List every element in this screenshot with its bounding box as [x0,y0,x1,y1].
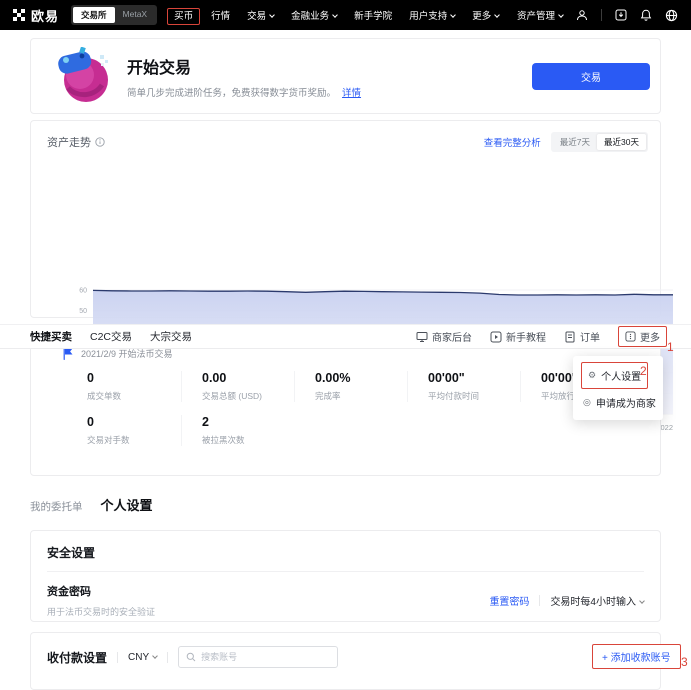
details-link[interactable]: 详情 [342,88,361,99]
account-search-box [178,646,338,668]
language-globe-icon[interactable] [665,9,678,22]
tab-block-trade[interactable]: 大宗交易 [150,329,192,344]
reset-password-link[interactable]: 重置密码 [489,593,529,608]
nav-item-buy-crypto[interactable]: 买币 [167,8,200,25]
settings-section-tabs: 我的委托单 个人设置 [30,495,153,514]
annotation-number-2: 2 [640,364,647,378]
currency-select[interactable]: CNY [128,652,157,663]
chevron-down-icon [639,598,645,604]
range-30d-button[interactable]: 最近30天 [597,134,646,150]
logo-text: 欧易 [31,6,59,25]
tab-personal-settings[interactable]: 个人设置 [101,495,153,514]
divider [167,652,168,663]
trade-tabbar: 快捷买卖 C2C交易 大宗交易 商家后台 新手教程 订单 更多 [0,324,691,349]
payment-settings-title: 收付款设置 [47,649,107,666]
stat-completed-orders: 0成交单数 [87,371,181,402]
menu-item-apply-merchant[interactable]: ◎ 申请成为商家 [581,392,655,413]
download-app-icon[interactable] [615,9,627,21]
hero-subtitle: 简单几步完成进阶任务，免费获得数字货币奖励。详情 [127,85,361,99]
chevron-down-icon [558,12,564,18]
chevron-down-icon [269,12,275,18]
page-title: 开始交易 [127,54,361,78]
nav-item-academy[interactable]: 新手学院 [354,8,392,22]
nav-item-more[interactable]: 更多 [472,8,499,22]
password-frequency-dropdown[interactable]: 交易时每4小时输入 [550,593,644,608]
asset-trend-title: 资产走势 [47,134,105,150]
fund-password-label: 资金密码 [47,583,155,599]
top-navbar: 欧易 交易所 MetaX 买币 行情 交易 金融业务 新手学院 用户支持 更多 … [0,0,691,30]
annotation-number-3: 3 [681,655,688,669]
chevron-down-icon [494,12,500,18]
toggle-metax[interactable]: MetaX [115,7,156,23]
security-settings-card: 安全设置 资金密码 用于法币交易时的安全验证 重置密码 交易时每4小时输入 [30,530,661,622]
stat-blacklisted-times: 2被拉黑次数 [181,415,294,446]
assets-menu[interactable]: 资产管理 [517,8,563,22]
trade-button[interactable]: 交易 [532,63,650,90]
stat-avg-payment-time: 00'00"平均付款时间 [407,371,520,402]
range-7d-button[interactable]: 最近7天 [553,134,597,150]
okx-logo[interactable]: 欧易 [13,6,59,25]
merchant-badge-icon: ◎ [583,398,591,408]
chevron-down-icon [152,653,158,659]
gear-icon: ⚙ [588,371,596,381]
more-menu-icon [625,331,636,342]
tab-express-buy-sell[interactable]: 快捷买卖 [30,329,72,344]
add-payment-account-button[interactable]: + 添加收款账号 [592,644,681,669]
annotation-number-1: 1 [667,340,674,354]
divider [539,595,540,606]
nav-item-finance[interactable]: 金融业务 [291,8,337,22]
full-analysis-link[interactable]: 查看完整分析 [484,135,541,149]
security-settings-title: 安全设置 [31,531,660,571]
fund-password-desc: 用于法币交易时的安全验证 [47,605,155,618]
more-actions-button[interactable]: 更多 [618,326,667,347]
nav-item-trade[interactable]: 交易 [247,8,274,22]
mascot-illustration [55,47,113,105]
divider [117,652,118,663]
asset-trend-card: 资产走势 查看完整分析 最近7天 最近30天 605040302010016-0… [30,120,661,318]
range-segmented-control: 最近7天 最近30天 [551,132,648,152]
notifications-bell-icon[interactable] [640,9,652,21]
nav-menu: 买币 行情 交易 金融业务 新手学院 用户支持 更多 [173,8,499,22]
payment-settings-card: 收付款设置 CNY [30,632,661,690]
start-trading-card: 开始交易 简单几步完成进阶任务，免费获得数字货币奖励。详情 交易 [30,38,661,114]
stat-completion-rate: 0.00%完成率 [294,371,407,402]
play-tutorial-icon [490,331,502,343]
more-dropdown-menu: ⚙ 个人设置 ◎ 申请成为商家 [573,356,663,420]
nav-item-support[interactable]: 用户支持 [409,8,455,22]
monitor-icon [416,331,428,343]
search-icon [186,652,196,662]
orders-button[interactable]: 订单 [564,329,600,344]
svg-text:60: 60 [79,288,87,295]
okx-logo-icon [13,9,25,21]
info-icon[interactable] [95,137,105,147]
flag-icon [63,348,73,360]
navbar-divider [601,9,602,21]
svg-text:50: 50 [79,308,87,315]
menu-item-personal-settings[interactable]: ⚙ 个人设置 [586,365,643,386]
chevron-down-icon [332,12,338,18]
beginner-tutorial-button[interactable]: 新手教程 [490,329,546,344]
profile-icon[interactable] [576,9,588,21]
merchant-stats-card: 2021/2/9 开始法币交易 0成交单数 0.00交易总额 (USD) 0.0… [30,330,661,476]
order-document-icon [564,331,576,343]
stat-counterparties: 0交易对手数 [87,415,181,446]
chevron-down-icon [450,12,456,18]
stat-total-volume: 0.00交易总额 (USD) [181,371,294,402]
tab-my-orders[interactable]: 我的委托单 [30,499,83,514]
exchange-metax-toggle: 交易所 MetaX [71,5,157,25]
merchant-dashboard-button[interactable]: 商家后台 [416,329,472,344]
search-input[interactable] [201,652,330,662]
nav-item-markets[interactable]: 行情 [211,8,230,22]
toggle-exchange[interactable]: 交易所 [73,7,115,23]
tab-c2c-trade[interactable]: C2C交易 [90,329,132,344]
